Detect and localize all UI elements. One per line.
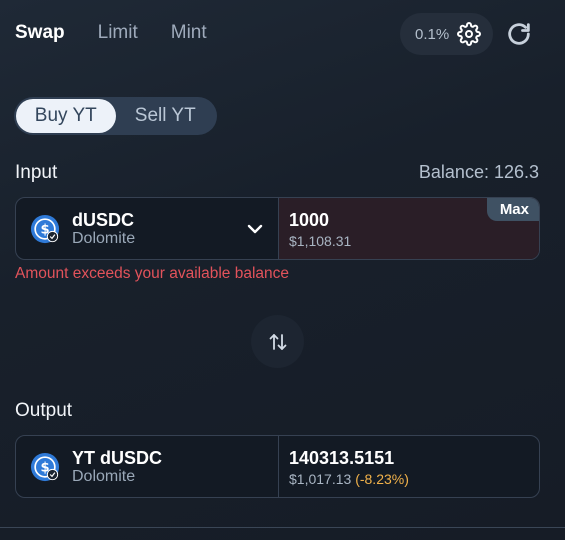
input-token-name: dUSDC [72,209,134,230]
tab-mint[interactable]: Mint [171,22,207,44]
balance-text: Balance: 126.3 [418,162,539,182]
input-label: Input [15,162,58,183]
buy-sell-toggle: Buy YT Sell YT [14,97,217,135]
output-amount: 140313.5151 [289,448,395,468]
output-usd-value: $1,017.13 [289,471,352,487]
refresh-icon[interactable] [505,20,533,48]
usdc-token-icon: $ [30,214,60,243]
output-token-display[interactable]: $ YT dUSDC Dolomite [16,436,278,497]
sell-yt-button[interactable]: Sell YT [116,99,216,133]
tab-swap[interactable]: Swap [15,22,65,44]
slippage-value: 0.1% [415,25,450,43]
balance-error-message: Amount exceeds your available balance [15,265,290,282]
max-button[interactable]: Max [486,198,539,221]
input-token-selector[interactable]: $ dUSDC Dolomite [16,198,278,259]
output-box: $ YT dUSDC Dolomite 140313.5151 $1,017.1… [15,435,540,498]
input-box: $ dUSDC Dolomite 1000 $1,108.31 Max [15,197,540,260]
output-token-platform: Dolomite [72,467,136,485]
output-amount-field: 140313.5151 $1,017.13 (-8.23%) [279,436,539,497]
tab-limit[interactable]: Limit [98,22,138,44]
slippage-settings-button[interactable]: 0.1% [400,13,493,55]
chevron-down-icon [247,224,263,234]
input-usd-value: $1,108.31 [289,233,352,249]
input-token-platform: Dolomite [72,229,136,247]
gear-icon [457,22,482,46]
price-impact-percent: (-8.23%) [355,471,409,487]
output-usd-line: $1,017.13 (-8.23%) [289,470,539,488]
swap-arrows-icon [269,333,286,350]
buy-yt-button[interactable]: Buy YT [16,99,116,133]
swap-panel: Swap Limit Mint 0.1% Buy YT Sell YT Inpu… [0,0,565,540]
swap-direction-button[interactable] [251,315,304,368]
usdc-token-icon: $ [30,452,60,481]
section-divider [0,527,565,528]
trade-tabs: Swap Limit Mint [15,22,207,44]
output-label: Output [15,400,73,421]
output-token-name: YT dUSDC [72,447,162,468]
